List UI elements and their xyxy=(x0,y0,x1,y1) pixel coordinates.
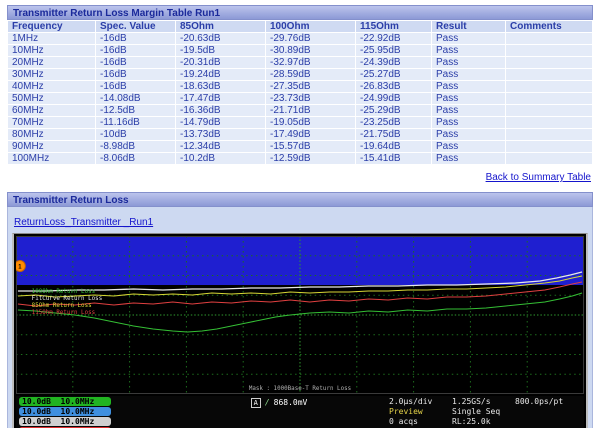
back-to-summary-link[interactable]: Back to Summary Table xyxy=(486,172,591,183)
trigger-readout: A / 868.0mV xyxy=(169,397,389,428)
trace-legend: 100Ohm Return Loss FitCurve Return Loss … xyxy=(32,288,103,316)
acqs-row: 0 acqs RL:25.0k xyxy=(389,417,581,426)
acq-count: 0 acqs xyxy=(389,417,418,426)
preview-label: Preview xyxy=(389,407,423,416)
result-cell: Pass xyxy=(431,128,506,141)
ref-marker: 1 xyxy=(16,260,26,272)
margin-table-section: Transmitter Return Loss Margin Table Run… xyxy=(7,5,593,186)
table-row: 20MHz -16dB -20.31dB -32.97dB -24.39dB Pass xyxy=(7,56,593,69)
col-spec-value: Spec. Value xyxy=(95,20,176,33)
preview-row: Preview Single Seq xyxy=(389,407,581,416)
timebase-value: 2.0μs/div xyxy=(389,397,433,406)
resolution-value: 800.0ps/pt xyxy=(515,397,564,406)
result-cell: Pass xyxy=(431,152,506,165)
scope-status-bar: 10.0dB 10.0MHz 10.0dB 10.0MHz 10.0dB 10.… xyxy=(16,396,584,428)
result-cell: Pass xyxy=(431,104,506,117)
table-header-row: Frequency Spec. Value 85Ohm 100Ohm 115Oh… xyxy=(7,20,593,33)
result-cell: Pass xyxy=(431,116,506,129)
channel-badge-gray: 10.0dB 10.0MHz xyxy=(19,417,111,426)
return-loss-plot-section: Transmitter Return Loss ReturnLoss_Trans… xyxy=(7,192,593,428)
acq-mode-label: Single Seq xyxy=(452,407,501,416)
report-page: Transmitter Return Loss Margin Table Run… xyxy=(0,0,600,428)
col-115ohm: 115Ohm xyxy=(355,20,432,33)
plot-section-body: ReturnLoss_Transmitter _Run1 100Ohm Retu… xyxy=(7,207,593,428)
scope-screenshot: 100Ohm Return Loss FitCurve Return Loss … xyxy=(12,233,588,428)
table-row: 40MHz -16dB -18.63dB -27.35dB -26.83dB Pass xyxy=(7,80,593,93)
record-length: RL:25.0k xyxy=(452,417,491,426)
trace-100ohm xyxy=(17,292,583,333)
legend-115ohm: 115Ohm Return Loss xyxy=(32,309,96,316)
scope-plot-svg: 100Ohm Return Loss FitCurve Return Loss … xyxy=(16,236,584,394)
scope-graticule: 100Ohm Return Loss FitCurve Return Loss … xyxy=(16,236,584,394)
col-85ohm: 85Ohm xyxy=(175,20,266,33)
table-row: 10MHz -16dB -19.5dB -30.89dB -25.95dB Pass xyxy=(7,44,593,57)
table-row: 60MHz -12.5dB -16.36dB -21.71dB -25.29dB Pass xyxy=(7,104,593,117)
channel-readouts: 10.0dB 10.0MHz 10.0dB 10.0MHz 10.0dB 10.… xyxy=(19,397,169,428)
mask-label: Mask : 1000Base-T Return Loss xyxy=(249,385,351,392)
table-row: 50MHz -14.08dB -17.47dB -23.73dB -24.99dB Pas… xyxy=(7,92,593,105)
table-row: 80MHz -10dB -13.73dB -17.49dB -21.75dB Pass xyxy=(7,128,593,141)
margin-table-header: Transmitter Return Loss Margin Table Run… xyxy=(7,5,593,20)
acquisition-readouts: 2.0μs/div 1.25GS/s 800.0ps/pt Preview Si… xyxy=(389,397,581,428)
channel-row-1: 10.0dB 10.0MHz xyxy=(19,397,169,406)
col-result: Result xyxy=(431,20,506,33)
table-row: 90MHz -8.98dB -12.34dB -15.57dB -19.64dB Pass xyxy=(7,140,593,153)
trigger-source-icon: A xyxy=(250,398,261,408)
result-cell: Pass xyxy=(431,92,506,105)
trigger-level: 868.0mV xyxy=(273,398,308,407)
result-cell: Pass xyxy=(431,32,506,45)
result-cell: Pass xyxy=(431,44,506,57)
col-frequency: Frequency xyxy=(7,20,96,33)
result-cell: Pass xyxy=(431,56,506,69)
plot-section-header: Transmitter Return Loss xyxy=(7,192,593,207)
channel-row-2: 10.0dB 10.0MHz xyxy=(19,407,169,416)
timebase-row: 2.0μs/div 1.25GS/s 800.0ps/pt xyxy=(389,397,581,406)
table-row: 30MHz -16dB -19.24dB -28.59dB -25.27dB Pass xyxy=(7,68,593,81)
col-comments: Comments xyxy=(505,20,593,33)
channel-badge-green: 10.0dB 10.0MHz xyxy=(19,397,111,406)
samplerate-value: 1.25GS/s xyxy=(452,397,491,406)
result-cell: Pass xyxy=(431,80,506,93)
col-100ohm: 100Ohm xyxy=(265,20,356,33)
table-row: 1MHz -16dB -20.63dB -29.76dB -22.92dB Pass xyxy=(7,32,593,45)
trigger-slope-icon: / xyxy=(264,398,270,407)
back-link-row: Back to Summary Table xyxy=(7,165,593,186)
table-row: 100MHz -8.06dB -10.2dB -12.59dB -15.41dB Pass xyxy=(7,152,593,165)
channel-row-3: 10.0dB 10.0MHz xyxy=(19,417,169,426)
margin-table: Frequency Spec. Value 85Ohm 100Ohm 115Oh… xyxy=(7,20,593,165)
run-plot-link[interactable]: ReturnLoss_Transmitter _Run1 xyxy=(14,217,153,228)
channel-badge-blue: 10.0dB 10.0MHz xyxy=(19,407,111,416)
table-row: 70MHz -11.16dB -14.79dB -19.05dB -23.25dB Pas… xyxy=(7,116,593,129)
result-cell: Pass xyxy=(431,68,506,81)
result-cell: Pass xyxy=(431,140,506,153)
